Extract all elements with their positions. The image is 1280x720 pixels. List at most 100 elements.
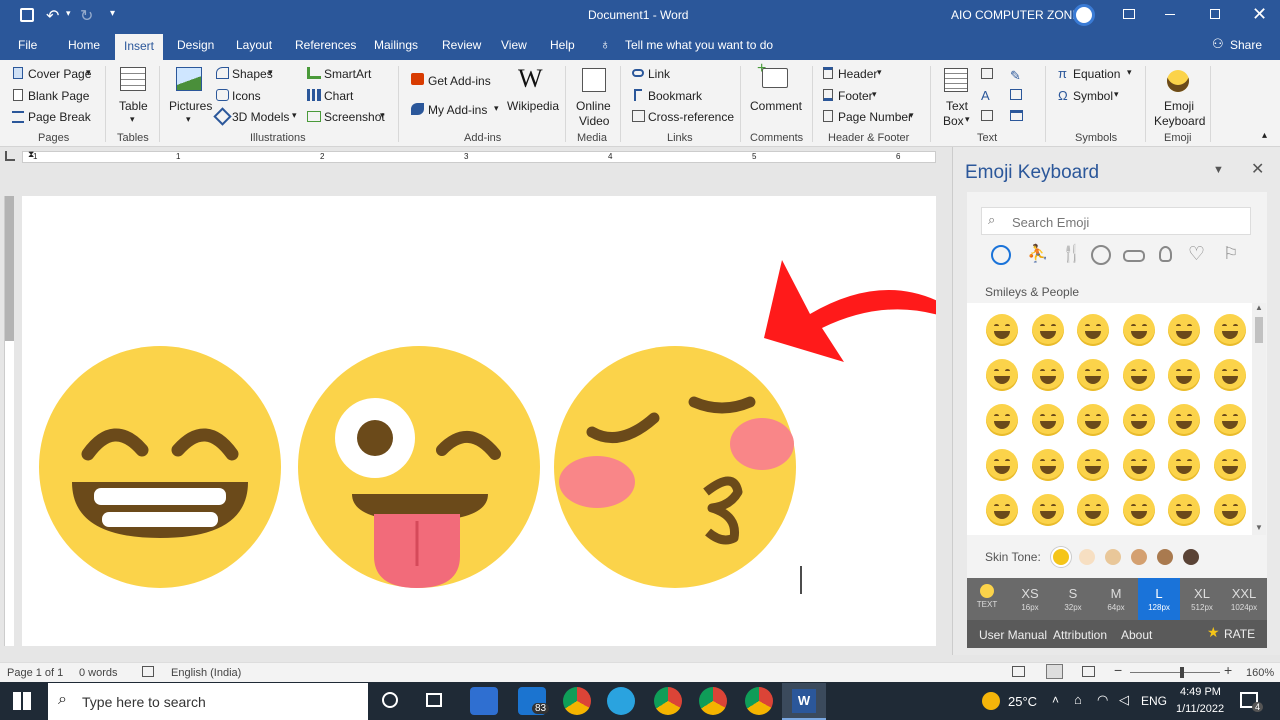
account-name[interactable]: AIO COMPUTER ZONE — [951, 8, 1080, 22]
chrome-taskbar-icon-2[interactable] — [654, 687, 682, 715]
emoji-cell[interactable] — [1031, 359, 1064, 391]
emoji-cell[interactable] — [986, 449, 1018, 481]
emoji-cell[interactable] — [1213, 314, 1246, 346]
footer-button[interactable]: Footer — [838, 89, 873, 103]
word-taskbar-icon[interactable]: W — [782, 683, 826, 720]
cortana-icon[interactable] — [382, 692, 398, 708]
quick-parts-icon[interactable] — [981, 68, 993, 79]
tab-insert[interactable]: Insert — [115, 34, 164, 60]
tab-references[interactable]: References — [295, 38, 356, 52]
scroll-up-icon[interactable]: ▲ — [1255, 303, 1263, 312]
skin-tone-light[interactable] — [1079, 549, 1095, 565]
footer-dropdown-icon[interactable]: ▾ — [872, 89, 877, 100]
size-xxl-button[interactable]: XXL 1024px — [1223, 578, 1265, 620]
emoji-cell[interactable] — [1168, 314, 1200, 346]
document-page[interactable] — [22, 196, 936, 646]
skin-tone-yellow[interactable] — [1051, 547, 1071, 567]
link-button[interactable]: Link — [648, 67, 670, 81]
symbol-button[interactable]: Symbol — [1073, 89, 1113, 103]
web-layout-icon[interactable] — [1082, 666, 1095, 677]
size-text-button[interactable]: TEXT — [966, 578, 1008, 620]
pane-options-icon[interactable]: ▼ — [1213, 164, 1224, 176]
3d-models-button[interactable]: 3D Models — [232, 110, 289, 124]
proofing-icon[interactable] — [142, 666, 154, 677]
minimize-icon[interactable] — [1165, 14, 1175, 15]
3d-models-dropdown-icon[interactable]: ▾ — [292, 110, 297, 121]
emoji-cell[interactable] — [1031, 314, 1064, 346]
redo-icon[interactable]: ↻ — [80, 6, 93, 26]
tab-home[interactable]: Home — [68, 38, 100, 52]
horizontal-ruler[interactable]: ⧗ 1 1 2 3 4 5 6 — [0, 147, 952, 167]
cover-page-dropdown-icon[interactable]: ▾ — [86, 67, 91, 78]
weather-icon[interactable] — [982, 692, 1000, 710]
size-xs-button[interactable]: XS 16px — [1009, 578, 1051, 620]
tab-review[interactable]: Review — [442, 38, 481, 52]
tab-file[interactable]: File — [18, 38, 37, 52]
about-link[interactable]: About — [1121, 628, 1152, 642]
telegram-taskbar-icon[interactable] — [607, 687, 635, 715]
table-button[interactable]: Table — [119, 99, 148, 113]
tab-mailings[interactable]: Mailings — [374, 38, 418, 52]
emoji-cell[interactable] — [1122, 359, 1155, 391]
car-category-icon[interactable] — [1123, 250, 1145, 262]
tray-chevron-icon[interactable]: ˄ — [1052, 693, 1059, 707]
zoom-level[interactable]: 160% — [1246, 667, 1274, 679]
emoji-cell[interactable] — [1077, 449, 1109, 481]
input-language[interactable]: ENG — [1141, 694, 1167, 708]
task-view-icon[interactable] — [426, 693, 442, 707]
text-box-button-line2[interactable]: Box — [943, 114, 964, 128]
my-addins-dropdown-icon[interactable]: ▾ — [494, 103, 499, 114]
my-addins-button[interactable]: My Add-ins — [428, 103, 487, 117]
emoji-cell[interactable] — [986, 359, 1018, 391]
skin-tone-dark[interactable] — [1183, 549, 1199, 565]
emoji-grid-scrollbar[interactable]: ▲ ▼ — [1252, 303, 1266, 535]
icons-button[interactable]: Icons — [232, 89, 261, 103]
emoji-cell[interactable] — [1031, 404, 1064, 436]
emoji-cell[interactable] — [1122, 449, 1155, 481]
zoom-in-icon[interactable]: + — [1224, 662, 1232, 678]
close-icon[interactable]: ✕ — [1252, 4, 1267, 25]
size-xl-button[interactable]: XL 512px — [1181, 578, 1223, 620]
wordart-icon[interactable]: A — [981, 88, 990, 103]
windows-start-icon[interactable] — [13, 692, 31, 710]
wikipedia-button[interactable]: Wikipedia — [507, 99, 559, 113]
cross-reference-button[interactable]: Cross-reference — [648, 110, 734, 124]
screenshot-dropdown-icon[interactable]: ▾ — [380, 110, 385, 121]
pane-close-icon[interactable]: ✕ — [1251, 159, 1264, 179]
emoji-cell[interactable] — [1077, 494, 1109, 526]
tab-view[interactable]: View — [501, 38, 527, 52]
page-count[interactable]: Page 1 of 1 — [7, 667, 63, 679]
vertical-ruler[interactable] — [4, 196, 14, 646]
chrome-taskbar-icon-3[interactable] — [699, 687, 727, 715]
grinning-squint-emoji[interactable] — [39, 346, 281, 588]
online-video-button-line2[interactable]: Video — [579, 114, 609, 128]
taskbar-search-box[interactable]: ⌕ Type here to search — [48, 683, 368, 720]
emoji-cell[interactable] — [1122, 404, 1155, 436]
emoji-cell[interactable] — [1168, 359, 1200, 391]
undo-dropdown-icon[interactable]: ▾ — [66, 8, 71, 19]
header-dropdown-icon[interactable]: ▾ — [877, 67, 882, 78]
dropcap-icon[interactable] — [981, 110, 993, 121]
comment-button[interactable]: Comment — [750, 99, 802, 113]
emoji-cell[interactable] — [986, 314, 1018, 346]
screenshot-button[interactable]: Screenshot — [324, 110, 385, 124]
size-s-button[interactable]: S 32px — [1052, 578, 1094, 620]
food-category-icon[interactable]: 🍴 — [1061, 244, 1082, 264]
chrome-taskbar-icon-4[interactable] — [745, 687, 773, 715]
shapes-button[interactable]: Shapes — [232, 67, 273, 81]
undo-icon[interactable]: ↶ — [46, 6, 59, 26]
symbol-dropdown-icon[interactable]: ▾ — [1114, 89, 1119, 100]
person-category-icon[interactable]: ⛹ — [1027, 244, 1048, 264]
equation-button[interactable]: Equation — [1073, 67, 1120, 81]
emoji-cell[interactable] — [1168, 494, 1200, 526]
collapse-ribbon-icon[interactable]: ▴ — [1262, 130, 1267, 141]
weather-temp[interactable]: 25°C — [1008, 694, 1037, 709]
emoji-cell[interactable] — [1077, 359, 1109, 391]
share-button[interactable]: Share — [1230, 38, 1262, 52]
word-count[interactable]: 0 words — [79, 667, 118, 679]
skin-tone-medium-light[interactable] — [1105, 549, 1121, 565]
object-icon[interactable] — [1010, 110, 1023, 121]
size-m-button[interactable]: M 64px — [1095, 578, 1137, 620]
emoji-cell[interactable] — [1213, 494, 1246, 526]
customize-toolbar-icon[interactable]: ▾ — [110, 8, 115, 19]
